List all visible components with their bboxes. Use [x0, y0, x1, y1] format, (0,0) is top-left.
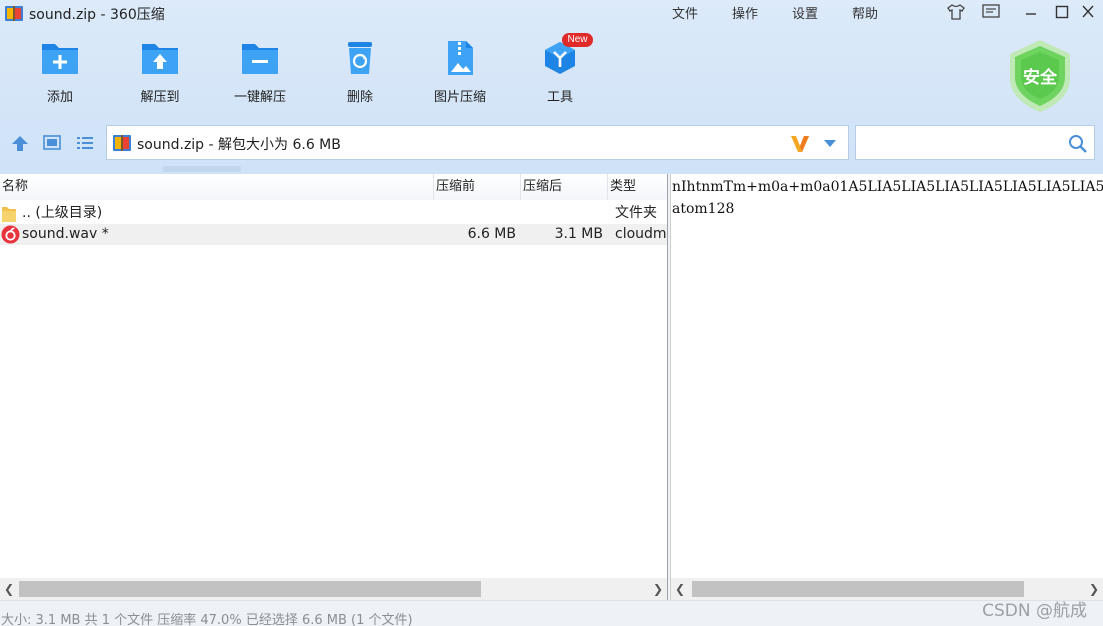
tools-label: 工具 [546, 90, 573, 105]
column-header-size-before[interactable]: 压缩前 [434, 174, 521, 200]
menu-settings[interactable]: 设置 [792, 3, 818, 22]
new-badge: New [562, 33, 593, 47]
one-click-extract-button[interactable]: 一键解压 [220, 40, 300, 108]
list-item-sound-wav[interactable]: sound.wav * 6.6 MB 3.1 MB cloudmusic [0, 224, 667, 245]
scroll-left-icon[interactable]: ❮ [0, 578, 18, 600]
one-click-extract-label: 一键解压 [233, 90, 286, 105]
comment-line-1: nIhtnmTm+m0a+m0a01A5LIA5LIA5LIA5LIA5LIA5… [672, 179, 1103, 195]
delete-label: 删除 [346, 90, 373, 105]
extract-to-button[interactable]: 解压到 [120, 40, 200, 108]
column-header-type[interactable]: 类型 [608, 174, 667, 200]
scroll-right-icon[interactable]: ❯ [1085, 578, 1103, 600]
image-compress-button[interactable]: 图片压缩 [420, 40, 500, 108]
add-folder-icon [42, 44, 78, 74]
menu-help[interactable]: 帮助 [852, 3, 878, 22]
one-click-extract-icon [242, 44, 278, 74]
file-name: .. (上级目录) [22, 205, 103, 221]
file-list: 名称 压缩前 压缩后 类型 .. (上级目录) 文件夹 sound.wav * … [0, 174, 667, 578]
feedback-message-icon[interactable] [981, 3, 1001, 21]
file-type: 文件夹 [615, 205, 657, 221]
thumbnail-view-icon[interactable] [42, 134, 62, 152]
scroll-right-icon[interactable]: ❯ [649, 578, 667, 600]
file-list-hscrollbar[interactable]: ❮ ❯ [0, 578, 667, 600]
add-button[interactable]: 添加 [20, 40, 100, 108]
v-vip-icon[interactable] [789, 132, 811, 154]
security-shield[interactable]: 安全 [1006, 38, 1074, 114]
folder-icon [2, 207, 16, 222]
file-size-after: 3.1 MB [554, 226, 603, 242]
minimize-icon[interactable] [1021, 3, 1041, 21]
chevron-down-icon[interactable] [823, 138, 837, 148]
title-bar: sound.zip - 360压缩 文件 操作 设置 帮助 [0, 0, 1103, 26]
toolbar-resize-handle[interactable] [163, 166, 241, 172]
zip-archive-icon [113, 135, 131, 151]
list-item-parent-dir[interactable]: .. (上级目录) 文件夹 [0, 203, 667, 224]
scroll-left-icon[interactable]: ❮ [671, 578, 689, 600]
menu-file[interactable]: 文件 [672, 3, 698, 22]
column-header-size-after[interactable]: 压缩后 [521, 174, 608, 200]
search-input[interactable] [862, 132, 1058, 154]
status-text: 大小: 3.1 MB 共 1 个文件 压缩率 47.0% 已经选择 6.6 MB… [1, 613, 413, 626]
menu-operation[interactable]: 操作 [732, 3, 758, 22]
scroll-thumb[interactable] [692, 581, 1024, 597]
file-size-before: 6.6 MB [467, 226, 516, 242]
image-compress-label: 图片压缩 [433, 90, 486, 105]
archive-comment-pane[interactable]: nIhtnmTm+m0a+m0a01A5LIA5LIA5LIA5LIA5LIA5… [671, 174, 1103, 578]
add-button-label: 添加 [46, 90, 73, 105]
extract-to-label: 解压到 [140, 90, 180, 105]
maximize-icon[interactable] [1052, 3, 1072, 21]
extract-to-icon [142, 44, 178, 74]
address-bar[interactable]: sound.zip - 解包大小为 6.6 MB [106, 125, 849, 160]
status-bar: 大小: 3.1 MB 共 1 个文件 压缩率 47.0% 已经选择 6.6 MB… [0, 600, 1103, 626]
scroll-thumb[interactable] [19, 581, 481, 597]
recycle-bin-icon [348, 42, 372, 74]
file-type: cloudmusic [615, 226, 667, 242]
up-level-icon[interactable] [10, 134, 30, 152]
delete-button[interactable]: 删除 [320, 40, 400, 108]
address-path: sound.zip - 解包大小为 6.6 MB [137, 137, 341, 153]
zip-archive-icon [5, 6, 23, 21]
skin-shirt-icon[interactable] [946, 3, 966, 21]
file-name: sound.wav * [22, 226, 109, 242]
tools-button[interactable]: 工具 [520, 40, 600, 108]
netease-cloudmusic-icon [1, 225, 20, 244]
image-compress-icon [448, 41, 473, 75]
window-title: sound.zip - 360压缩 [29, 7, 165, 23]
column-header-name[interactable]: 名称 [0, 174, 434, 200]
close-icon[interactable] [1078, 3, 1098, 21]
search-box[interactable] [855, 125, 1095, 160]
list-view-icon[interactable] [75, 134, 95, 152]
comment-line-2: atom128 [672, 201, 735, 217]
watermark: CSDN @航成 [982, 601, 1087, 621]
search-icon[interactable] [1068, 134, 1088, 154]
security-label: 安全 [1023, 68, 1057, 88]
